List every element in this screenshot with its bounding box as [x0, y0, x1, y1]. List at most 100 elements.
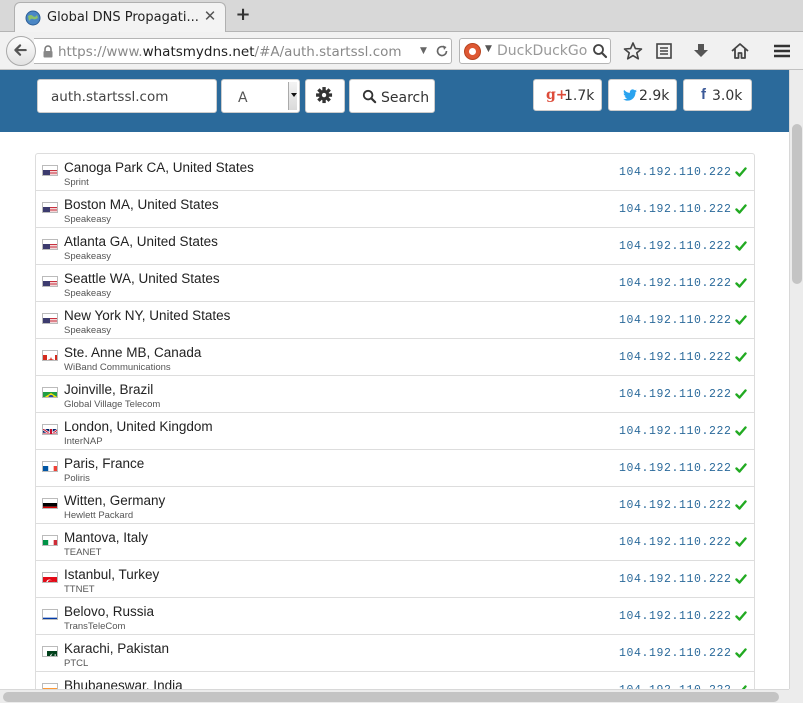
- fr-flag-icon: [42, 461, 58, 472]
- back-button[interactable]: [6, 36, 36, 66]
- twitter-share-button[interactable]: 2.9k: [608, 79, 677, 111]
- location-name: Joinville, Brazil: [64, 382, 154, 397]
- resolved-ip: 104.192.110.222: [619, 573, 732, 586]
- resolved-ip: 104.192.110.222: [619, 425, 732, 438]
- horizontal-scrollbar-thumb[interactable]: [3, 692, 779, 702]
- home-icon[interactable]: [729, 41, 751, 61]
- table-row: Canoga Park CA, United States Sprint 104.1…: [36, 154, 754, 191]
- check-icon: [735, 648, 747, 658]
- us-flag-icon: [42, 313, 58, 324]
- search-icon[interactable]: [592, 43, 608, 59]
- resolved-ip: 104.192.110.222: [619, 314, 732, 327]
- menu-icon[interactable]: [771, 41, 793, 61]
- check-icon: [735, 574, 747, 584]
- pk-flag-icon: [42, 646, 58, 657]
- table-row: Belovo, Russia TransTeleCom 104.192.110.22…: [36, 598, 754, 635]
- table-row: Mantova, Italy TEANET 104.192.110.222: [36, 524, 754, 561]
- location-name: Paris, France: [64, 456, 145, 471]
- br-flag-icon: [42, 387, 58, 398]
- provider-name: WiBand Communications: [64, 362, 171, 373]
- search-icon: [362, 89, 377, 104]
- facebook-share-button[interactable]: f 3.0k: [683, 79, 752, 111]
- table-row: Karachi, Pakistan PTCL 104.192.110.222: [36, 635, 754, 672]
- location-name: Atlanta GA, United States: [64, 234, 218, 249]
- provider-name: Sprint: [64, 177, 89, 188]
- vertical-scrollbar-thumb[interactable]: [792, 124, 802, 284]
- twitter-bird-icon: [623, 89, 637, 101]
- check-icon: [735, 611, 747, 621]
- download-icon[interactable]: [690, 41, 712, 61]
- google-plus-count: 1.7k: [564, 88, 595, 104]
- globe-icon: [25, 10, 41, 26]
- scrollbar-corner: [789, 689, 803, 703]
- us-flag-icon: [42, 276, 58, 287]
- provider-name: Speakeasy: [64, 288, 112, 299]
- location-name: Karachi, Pakistan: [64, 641, 170, 656]
- duckduckgo-icon[interactable]: [464, 43, 481, 60]
- domain-input[interactable]: auth.startssl.com: [37, 79, 217, 113]
- chevron-down-icon[interactable]: [288, 82, 297, 110]
- table-row: Witten, Germany Hewlett Packard 104.192.11…: [36, 487, 754, 524]
- location-name: London, United Kingdom: [64, 419, 213, 434]
- location-name: Seattle WA, United States: [64, 271, 220, 286]
- resolved-ip: 104.192.110.222: [619, 499, 732, 512]
- search-engine-dropdown-icon[interactable]: ▼: [485, 44, 492, 54]
- provider-name: Hewlett Packard: [64, 510, 134, 521]
- provider-name: Speakeasy: [64, 325, 112, 336]
- check-icon: [735, 389, 747, 399]
- lock-icon: [43, 45, 53, 58]
- tr-flag-icon: [42, 572, 58, 583]
- search-button[interactable]: Search: [349, 79, 435, 113]
- check-icon: [735, 537, 747, 547]
- new-tab-button[interactable]: +: [233, 5, 253, 25]
- location-name: New York NY, United States: [64, 308, 231, 323]
- google-plus-share-button[interactable]: g+ 1.7k: [533, 79, 602, 111]
- table-row: Istanbul, Turkey TTNET 104.192.110.222: [36, 561, 754, 598]
- settings-button[interactable]: [305, 79, 345, 113]
- location-name: Boston MA, United States: [64, 197, 219, 212]
- provider-name: TEANET: [64, 547, 102, 558]
- check-icon: [735, 278, 747, 288]
- ru-flag-icon: [42, 609, 58, 620]
- table-row: London, United Kingdom InterNAP 104.192.11…: [36, 413, 754, 450]
- url-history-dropdown-icon[interactable]: ▼: [420, 43, 432, 59]
- search-button-label: Search: [381, 90, 430, 106]
- table-row: Ste. Anne MB, Canada WiBand Communication…: [36, 339, 754, 376]
- resolved-ip: 104.192.110.222: [619, 388, 732, 401]
- bookmarks-list-icon[interactable]: [653, 41, 675, 61]
- check-icon: [735, 204, 747, 214]
- nav-bar: https://www.whatsmydns.net/#A/auth.start…: [0, 32, 803, 70]
- url-text: https://www.whatsmydns.net/#A/auth.start…: [58, 44, 402, 60]
- results-table: Canoga Park CA, United States Sprint 104.1…: [35, 153, 755, 703]
- resolved-ip: 104.192.110.222: [619, 203, 732, 216]
- check-icon: [735, 241, 747, 251]
- check-icon: [735, 315, 747, 325]
- vertical-scrollbar[interactable]: [789, 70, 803, 689]
- provider-name: Speakeasy: [64, 251, 112, 262]
- search-bar[interactable]: ▼ DuckDuckGo: [459, 38, 611, 64]
- provider-name: Global Village Telecom: [64, 399, 161, 410]
- resolved-ip: 104.192.110.222: [619, 166, 732, 179]
- close-tab-icon[interactable]: ✕: [201, 7, 219, 25]
- resolved-ip: 104.192.110.222: [619, 277, 732, 290]
- us-flag-icon: [42, 239, 58, 250]
- tab-strip: Global DNS Propagati... ✕ +: [0, 0, 803, 33]
- search-engine-placeholder: DuckDuckGo: [497, 43, 588, 59]
- resolved-ip: 104.192.110.222: [619, 462, 732, 475]
- url-bar[interactable]: https://www.whatsmydns.net/#A/auth.start…: [34, 38, 452, 64]
- resolved-ip: 104.192.110.222: [619, 610, 732, 623]
- facebook-count: 3.0k: [712, 88, 743, 104]
- us-flag-icon: [42, 165, 58, 176]
- gear-icon: [316, 87, 333, 104]
- record-type-select[interactable]: A: [221, 79, 300, 113]
- tab-title: Global DNS Propagati...: [47, 10, 199, 25]
- horizontal-scrollbar[interactable]: [0, 689, 789, 703]
- browser-tab[interactable]: Global DNS Propagati... ✕: [14, 2, 226, 33]
- check-icon: [735, 500, 747, 510]
- reload-icon[interactable]: [434, 43, 450, 59]
- table-row: Atlanta GA, United States Speakeasy 104.19…: [36, 228, 754, 265]
- record-type-value: A: [238, 90, 248, 106]
- resolved-ip: 104.192.110.222: [619, 647, 732, 660]
- location-name: Belovo, Russia: [64, 604, 155, 619]
- bookmark-star-icon[interactable]: [622, 41, 644, 61]
